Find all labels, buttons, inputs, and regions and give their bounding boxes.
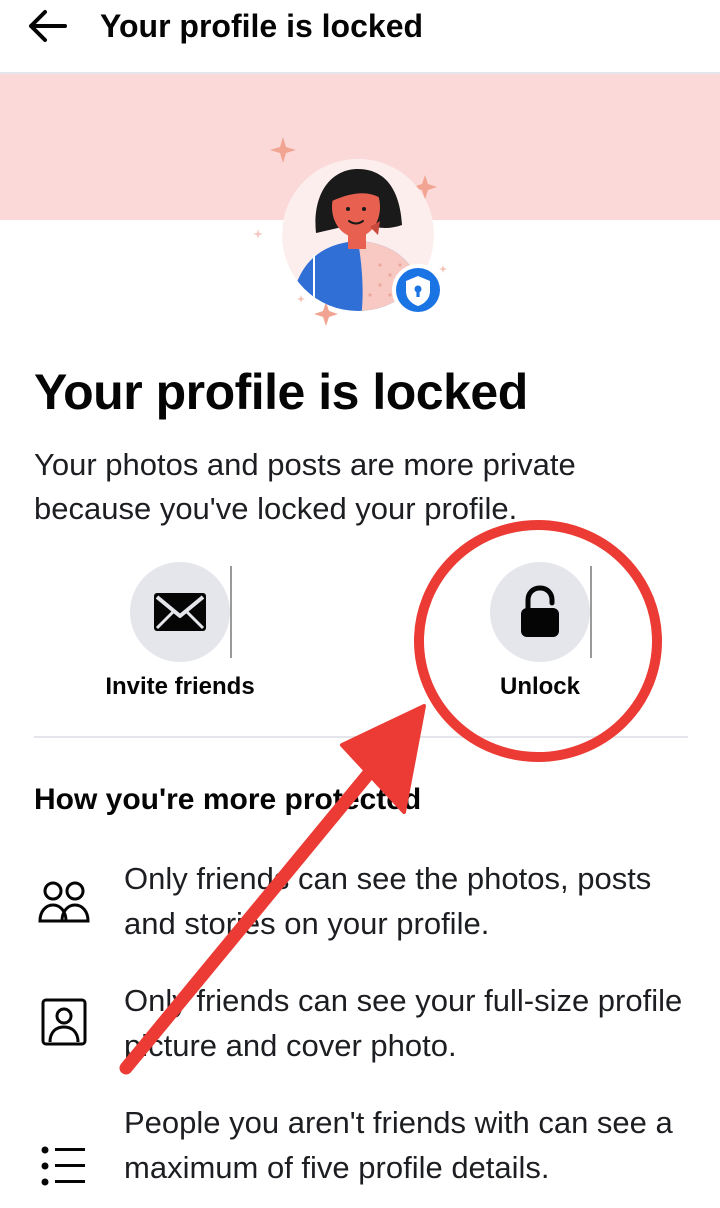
list-icon [34,1136,94,1196]
cursor-bar [230,566,232,658]
arrow-left-icon [29,10,67,42]
app-bar-title: Your profile is locked [100,8,424,44]
invite-friends-label: Invite friends [105,673,255,700]
feature-item-profile-picture: Only friends can see your full-size prof… [124,983,683,1063]
app-bar: Your profile is locked [0,0,720,74]
section-title: How you're more protected [34,783,422,816]
cursor-bar [590,566,592,658]
invite-friends-button[interactable]: Invite friends [65,562,295,702]
unlock-label: Unlock [499,673,580,700]
feature-item-friends-only: Only friends can see the photos, posts a… [124,861,652,941]
locked-profile-illustration [250,125,470,335]
feature-item-five-details: People you aren't friends with can see a… [124,1105,673,1185]
divider [34,736,688,738]
profile-picture-icon [34,992,94,1052]
unlock-button[interactable]: Unlock [425,562,655,702]
envelope-icon [154,593,206,631]
friends-icon [34,872,94,932]
page-title: Your profile is locked [34,364,528,420]
invite-friends-icon-circle[interactable] [130,562,232,662]
padlock-open-icon [521,585,559,637]
unlock-icon-circle[interactable] [490,562,592,662]
back-button[interactable] [22,4,72,48]
page-description: Your photos and posts are more private b… [34,447,576,526]
